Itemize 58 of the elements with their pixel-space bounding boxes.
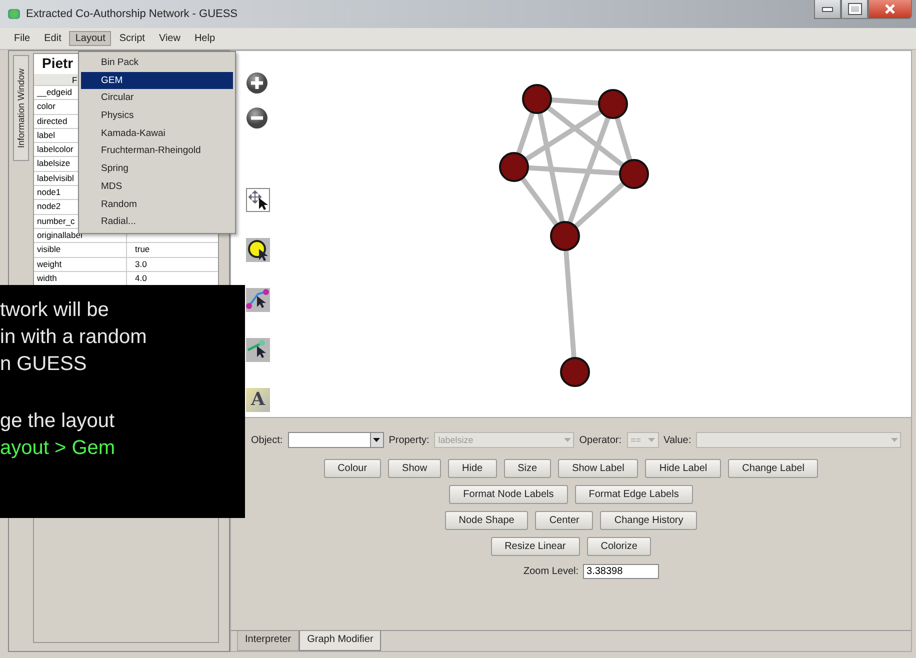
app-icon: [8, 9, 20, 19]
edge-tool-button[interactable]: [246, 338, 270, 362]
caption-line: twork will be: [0, 298, 110, 323]
caption-line: ayout > Gem: [0, 436, 116, 461]
action-button[interactable]: Colour: [324, 459, 382, 478]
zoom-level-field[interactable]: 3.38398: [582, 564, 659, 579]
dropdown-arrow-icon: [373, 438, 380, 442]
action-button[interactable]: Hide Label: [645, 459, 722, 478]
action-button[interactable]: Hide: [448, 459, 497, 478]
tab[interactable]: Graph Modifier: [299, 631, 382, 651]
caption-line: ge the layout: [0, 409, 116, 434]
action-button[interactable]: Format Edge Labels: [574, 485, 693, 504]
action-button[interactable]: Change Label: [728, 459, 818, 478]
close-icon: [884, 4, 896, 14]
action-button[interactable]: Node Shape: [444, 511, 528, 530]
table-cell: weight: [34, 258, 127, 271]
dropdown-arrow-icon: [890, 438, 898, 442]
caption-line: n GUESS: [0, 352, 88, 377]
node-edit-tool-button[interactable]: [246, 288, 270, 312]
action-button[interactable]: Show: [388, 459, 442, 478]
select-tool-button[interactable]: [246, 238, 270, 262]
dropdown-arrow-icon: [648, 438, 656, 442]
field-label: Value:: [664, 434, 692, 446]
table-cell-text: true: [134, 243, 151, 256]
maximize-button[interactable]: [841, 0, 868, 19]
action-button[interactable]: Resize Linear: [490, 537, 580, 556]
action-button[interactable]: Colorize: [586, 537, 652, 556]
menu-item[interactable]: Help: [188, 31, 222, 46]
object-dropdown[interactable]: [288, 432, 384, 448]
menu-item[interactable]: Edit: [38, 31, 68, 46]
menu-item[interactable]: GEM: [81, 72, 233, 90]
caption-line: in with a random: [0, 325, 148, 350]
menu-item[interactable]: View: [152, 31, 186, 46]
action-button[interactable]: Format Node Labels: [449, 485, 568, 504]
dropdown-arrow-icon: [564, 438, 571, 442]
tab[interactable]: Interpreter: [237, 631, 300, 651]
label-tool-button[interactable]: A: [246, 388, 270, 412]
menu-item[interactable]: Layout: [69, 31, 112, 46]
window-title: Extracted Co-Authorship Network - GUESS: [26, 8, 238, 20]
action-button[interactable]: Center: [535, 511, 594, 530]
field-label: Object:: [251, 434, 283, 446]
table-cell: visible: [34, 243, 127, 257]
action-button[interactable]: Change History: [600, 511, 698, 530]
field-label: Operator:: [579, 434, 622, 446]
table-cell-text: 4.0: [134, 272, 148, 285]
close-button[interactable]: [868, 0, 912, 19]
table-cell-text: 3.0: [134, 258, 148, 271]
field-label: Property:: [388, 434, 430, 446]
action-button[interactable]: Size: [504, 459, 552, 478]
move-tool-button[interactable]: [246, 188, 270, 212]
zoom-out-button[interactable]: [246, 107, 268, 129]
zoom-level-label: Zoom Level:: [523, 566, 579, 577]
side-tab[interactable]: Information Window: [13, 55, 29, 161]
menu-item[interactable]: Script: [113, 31, 151, 46]
zoom-in-button[interactable]: [246, 72, 268, 94]
action-button[interactable]: Show Label: [558, 459, 638, 478]
minimize-button[interactable]: [814, 0, 841, 19]
menu-item[interactable]: File: [8, 31, 36, 46]
